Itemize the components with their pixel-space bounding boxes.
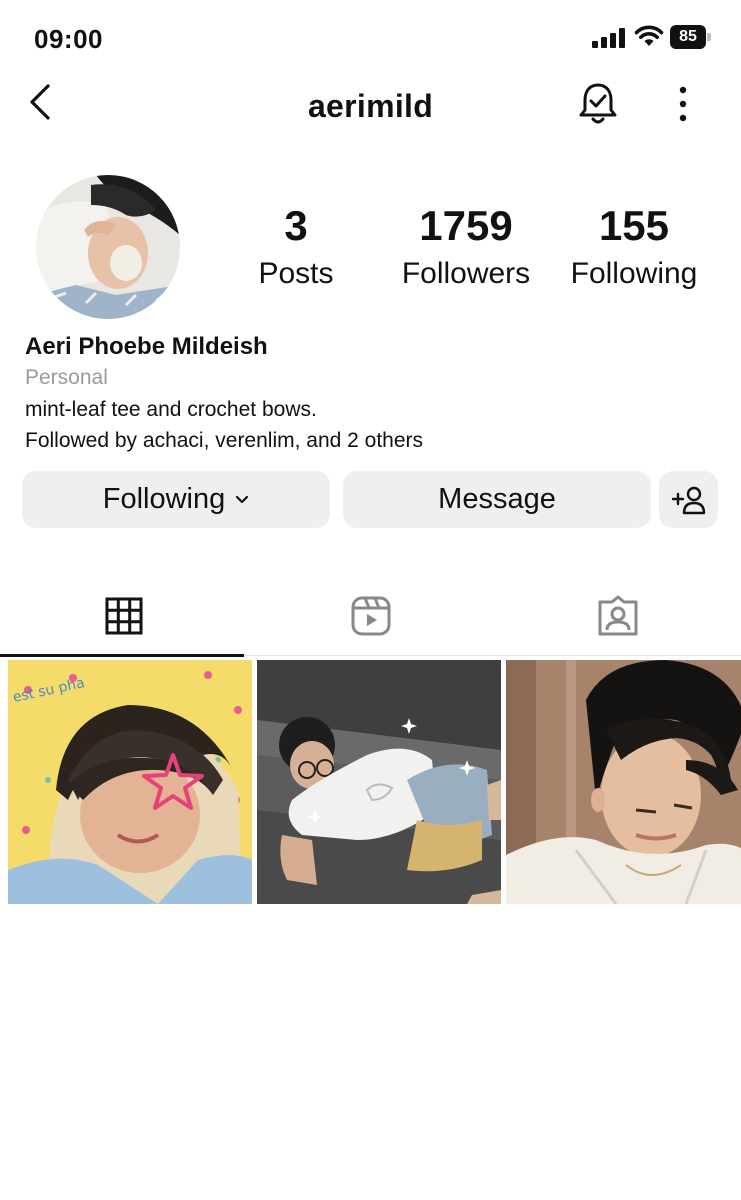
more-options-icon[interactable] — [668, 84, 698, 124]
message-button[interactable]: Message — [343, 471, 651, 528]
posts-count-label: Posts — [258, 257, 334, 290]
followers-count-value: 1759 — [419, 202, 513, 249]
following-count[interactable]: 155 Following — [560, 200, 708, 296]
add-user-icon — [671, 486, 705, 514]
posts-count-value: 3 — [284, 202, 308, 249]
followers-count[interactable]: 1759 Followers — [391, 200, 541, 296]
followed-by-text[interactable]: Followed by achaci, verenlim, and 2 othe… — [25, 429, 423, 453]
post-grid: est su pha — [8, 660, 741, 904]
post-thumbnail[interactable] — [257, 660, 501, 904]
grid-icon — [105, 597, 142, 635]
profile-avatar[interactable] — [36, 175, 180, 319]
following-count-label: Following — [570, 257, 698, 290]
posts-count[interactable]: 3 Posts — [246, 200, 346, 296]
status-bar: 09:00 85 — [0, 0, 741, 70]
tab-reels[interactable] — [247, 576, 494, 656]
reels-icon — [351, 596, 390, 636]
post-thumbnail[interactable] — [506, 660, 741, 904]
tagged-icon — [598, 595, 637, 636]
username-title: aerimild — [307, 88, 434, 124]
following-button-label: Following — [102, 483, 226, 515]
suggested-users-button[interactable] — [659, 471, 718, 528]
cellular-signal-icon — [592, 28, 625, 48]
profile-name: Aeri Phoebe Mildeish — [25, 333, 268, 360]
post-thumbnail[interactable]: est su pha — [8, 660, 252, 904]
notification-bell-icon[interactable] — [576, 80, 620, 128]
status-time: 09:00 — [34, 24, 103, 54]
tab-tagged[interactable] — [494, 576, 741, 656]
following-button[interactable]: Following — [22, 471, 330, 528]
profile-tabs — [0, 576, 741, 657]
battery-level: 85 — [670, 25, 706, 49]
following-count-value: 155 — [598, 202, 670, 249]
battery-icon: 85 — [670, 25, 712, 49]
message-button-label: Message — [438, 483, 556, 515]
nav-bar: aerimild — [0, 70, 741, 150]
tab-posts-grid[interactable] — [0, 576, 247, 657]
wifi-icon — [634, 25, 664, 46]
profile-bio: mint-leaf tee and crochet bows. — [25, 398, 317, 421]
active-tab-indicator — [0, 654, 244, 657]
chevron-down-icon — [236, 495, 249, 503]
followers-count-label: Followers — [401, 257, 531, 290]
profile-category: Personal — [25, 366, 108, 389]
